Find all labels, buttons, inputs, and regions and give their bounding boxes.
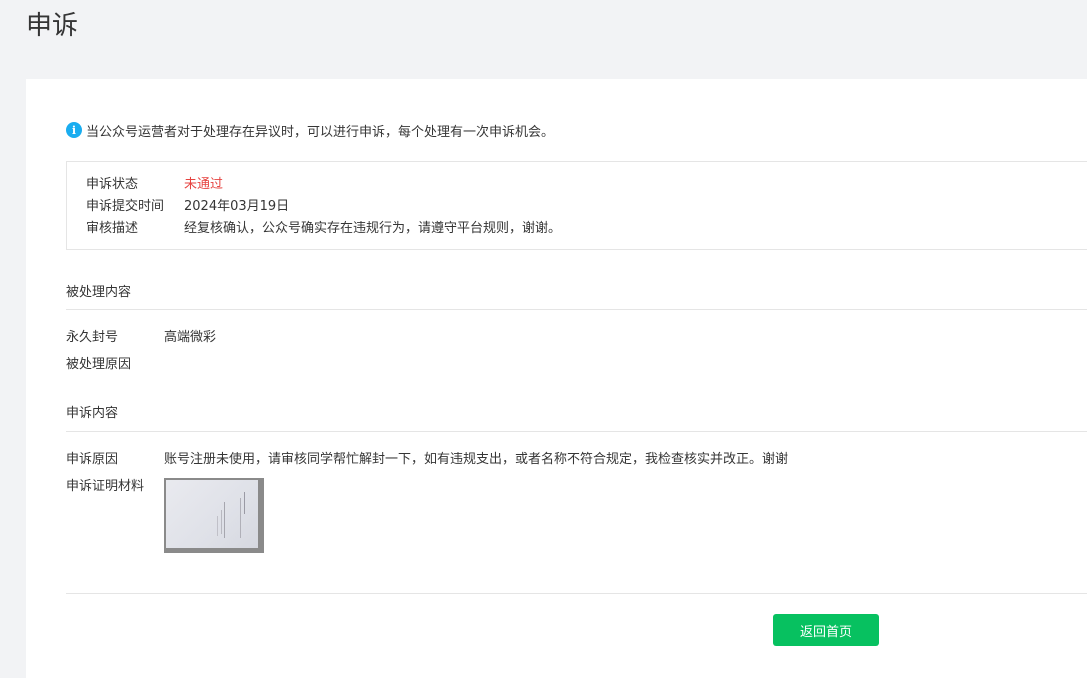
submit-time-label: 申诉提交时间 xyxy=(86,198,165,214)
divider xyxy=(66,309,1087,310)
notice-text: 当公众号运营者对于处理存在异议时，可以进行申诉，每个处理有一次申诉机会。 xyxy=(86,124,555,140)
review-label: 审核描述 xyxy=(86,220,139,236)
handled-action-label: 永久封号 xyxy=(66,329,119,345)
handled-action-row: 永久封号 高端微彩 xyxy=(66,325,216,345)
appeal-section-title: 申诉内容 xyxy=(66,406,119,421)
handled-section-title: 被处理内容 xyxy=(66,285,132,300)
submit-time-value: 2024年03月19日 xyxy=(184,198,290,214)
handled-reason-label: 被处理原因 xyxy=(66,356,132,372)
page-title: 申诉 xyxy=(26,11,79,41)
evidence-image-thumbnail[interactable] xyxy=(164,478,264,553)
status-label: 申诉状态 xyxy=(86,176,139,192)
appeal-evidence-row: 申诉证明材料 xyxy=(66,474,164,494)
appeal-evidence-label: 申诉证明材料 xyxy=(66,478,145,494)
divider xyxy=(66,593,1087,594)
back-home-button[interactable]: 返回首页 xyxy=(773,614,879,646)
status-value: 未通过 xyxy=(184,176,224,192)
appeal-reason-row: 申诉原因 账号注册未使用，请审核同学帮忙解封一下，如有违规支出，或者名称不符合规… xyxy=(66,447,788,467)
status-row-review: 审核描述 经复核确认，公众号确实存在违规行为，请遵守平台规则，谢谢。 xyxy=(86,215,561,237)
appeal-reason-label: 申诉原因 xyxy=(66,451,119,467)
appeal-reason-value: 账号注册未使用，请审核同学帮忙解封一下，如有违规支出，或者名称不符合规定，我检查… xyxy=(164,451,789,467)
notice-bar: i 当公众号运营者对于处理存在异议时，可以进行申诉，每个处理有一次申诉机会。 xyxy=(66,120,554,140)
handled-action-value: 高端微彩 xyxy=(164,329,217,345)
info-icon: i xyxy=(66,122,82,138)
divider xyxy=(66,431,1087,432)
appeal-detail-panel: i 当公众号运营者对于处理存在异议时，可以进行申诉，每个处理有一次申诉机会。 申… xyxy=(26,79,1087,678)
status-row-submit-time: 申诉提交时间 2024年03月19日 xyxy=(86,193,289,215)
status-row-state: 申诉状态 未通过 xyxy=(86,171,223,193)
review-value: 经复核确认，公众号确实存在违规行为，请遵守平台规则，谢谢。 xyxy=(184,220,562,236)
handled-reason-row: 被处理原因 xyxy=(66,352,164,372)
evidence-document-image xyxy=(166,480,258,548)
appeal-status-box: 申诉状态 未通过 申诉提交时间 2024年03月19日 审核描述 经复核确认，公… xyxy=(66,161,1087,250)
